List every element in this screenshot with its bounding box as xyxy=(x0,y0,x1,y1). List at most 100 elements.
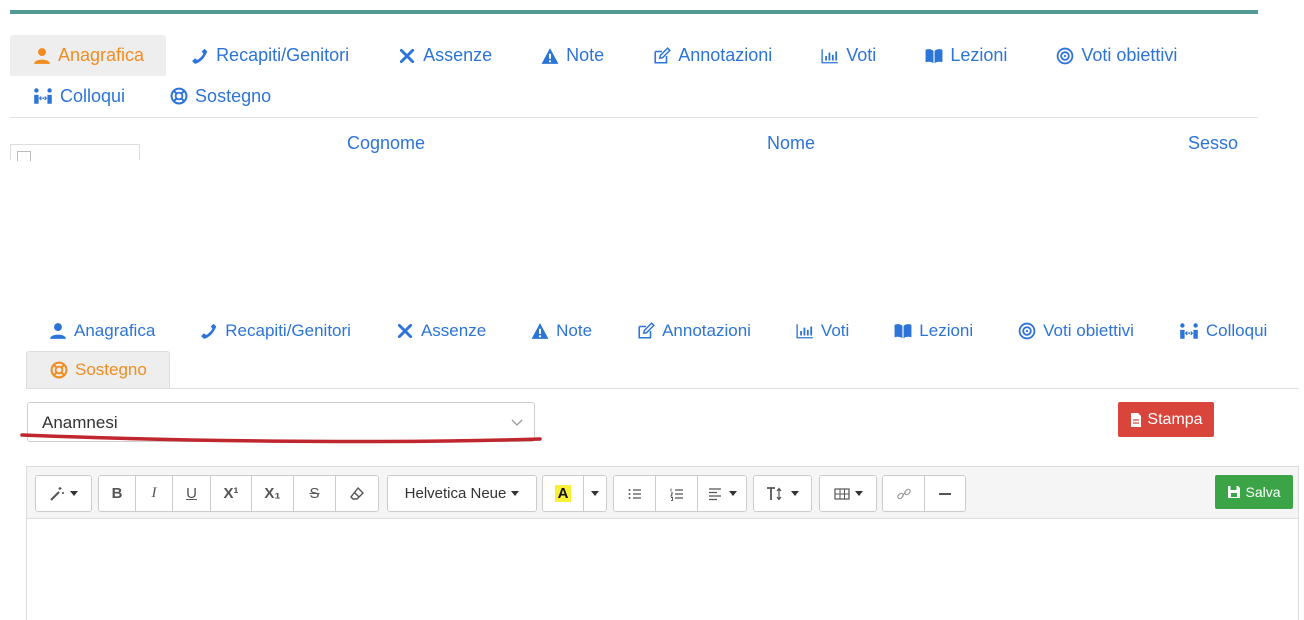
tab-sostegno[interactable]: Sostegno xyxy=(26,351,170,388)
tab-label: Assenze xyxy=(423,45,493,65)
book-icon xyxy=(924,46,944,66)
editor-content-area[interactable] xyxy=(27,519,1298,620)
subscript-button[interactable]: X₁ xyxy=(252,476,294,511)
magic-style-button[interactable] xyxy=(36,476,91,511)
minus-icon xyxy=(939,492,951,495)
format-group: B I U X¹ X₁ S xyxy=(98,475,379,512)
tab-label: Voti obiettivi xyxy=(1043,321,1134,340)
font-size-button[interactable] xyxy=(754,476,811,511)
tab-voti-obiettivi[interactable]: Voti obiettivi xyxy=(1031,35,1201,76)
edit-icon xyxy=(636,321,656,341)
tab-voti[interactable]: Voti xyxy=(773,311,871,351)
people-icon xyxy=(32,86,54,106)
tab-voti-obiettivi[interactable]: Voti obiettivi xyxy=(995,311,1156,351)
salva-button[interactable]: Salva xyxy=(1215,475,1293,509)
style-group xyxy=(35,475,92,512)
insert-group xyxy=(882,475,966,512)
tab-recapiti-genitori[interactable]: Recapiti/Genitori xyxy=(166,35,373,76)
tab-sostegno[interactable]: Sostegno xyxy=(147,76,293,116)
underline-button[interactable]: U xyxy=(173,476,211,511)
font-name-group: Helvetica Neue xyxy=(387,475,537,512)
lifebuoy-icon xyxy=(49,360,69,380)
color-group: A xyxy=(542,475,607,512)
target-icon xyxy=(1055,46,1075,66)
book-icon xyxy=(893,321,913,341)
tab-anagrafica[interactable]: Anagrafica xyxy=(10,35,167,76)
student-tabs-top: Anagrafica Recapiti/Genitori Assenze Note An… xyxy=(10,35,1258,116)
eraser-icon xyxy=(350,486,364,500)
tab-label: Sostegno xyxy=(75,360,147,379)
strikethrough-button[interactable]: S xyxy=(294,476,336,511)
italic-button[interactable]: I xyxy=(136,476,173,511)
divider xyxy=(26,388,1299,389)
warning-icon xyxy=(530,321,550,341)
user-icon xyxy=(32,46,52,66)
tab-assenze[interactable]: Assenze xyxy=(373,311,508,351)
tab-anagrafica[interactable]: Anagrafica xyxy=(26,311,177,351)
numbered-list-icon xyxy=(669,488,683,501)
tab-label: Colloqui xyxy=(60,85,126,106)
table-button[interactable] xyxy=(820,476,876,511)
red-annotation-underline xyxy=(20,433,542,444)
font-size-group xyxy=(753,475,812,512)
tab-recapiti-genitori[interactable]: Recapiti/Genitori xyxy=(177,311,373,351)
divider xyxy=(10,117,1258,118)
tab-label: Sostegno xyxy=(195,85,272,106)
tab-label: Annotazioni xyxy=(662,321,751,340)
superscript-button[interactable]: X¹ xyxy=(211,476,252,511)
text-color-button[interactable]: A xyxy=(543,476,584,511)
tab-label: Note xyxy=(556,321,593,340)
editor-toolbar: B I U X¹ X₁ S Helvetica Neue A Salva xyxy=(27,467,1298,519)
tab-note[interactable]: Note xyxy=(516,35,628,76)
tab-assenze[interactable]: Assenze xyxy=(373,35,516,76)
phone-icon xyxy=(199,321,219,341)
link-button[interactable] xyxy=(883,476,925,511)
column-nome: Nome xyxy=(767,133,816,153)
tab-voti[interactable]: Voti xyxy=(796,35,900,76)
paragraph-group xyxy=(613,475,747,512)
top-accent-bar xyxy=(10,10,1258,14)
font-family-button[interactable]: Helvetica Neue xyxy=(388,476,536,511)
tab-annotazioni[interactable]: Annotazioni xyxy=(628,35,796,76)
tab-label: Recapiti/Genitori xyxy=(216,45,350,65)
clear-format-button[interactable] xyxy=(336,476,378,511)
tab-lezioni[interactable]: Lezioni xyxy=(871,311,995,351)
tab-note[interactable]: Note xyxy=(508,311,614,351)
warning-icon xyxy=(540,46,560,66)
align-button[interactable] xyxy=(698,476,746,511)
tab-label: Anagrafica xyxy=(74,321,156,340)
horizontal-rule-button[interactable] xyxy=(925,476,965,511)
student-table-header: Cognome Nome Sesso xyxy=(0,133,1260,157)
tab-annotazioni[interactable]: Annotazioni xyxy=(614,311,773,351)
tab-label: Voti obiettivi xyxy=(1081,45,1178,65)
column-cognome: Cognome xyxy=(347,133,426,153)
align-left-icon xyxy=(708,487,721,500)
times-icon xyxy=(397,46,417,66)
edit-icon xyxy=(652,46,672,66)
user-icon xyxy=(48,321,68,341)
stampa-button[interactable]: Stampa xyxy=(1118,402,1214,437)
ordered-list-button[interactable] xyxy=(656,476,698,511)
stampa-label: Stampa xyxy=(1147,410,1203,428)
chevron-down-icon xyxy=(511,419,523,426)
column-sesso: Sesso xyxy=(1188,133,1239,153)
bar-chart-icon xyxy=(795,321,815,341)
bullet-list-icon xyxy=(628,488,641,499)
color-dropdown-button[interactable] xyxy=(584,476,606,511)
people-icon xyxy=(1178,321,1200,341)
tab-label: Note xyxy=(566,45,605,65)
tab-colloqui[interactable]: Colloqui xyxy=(10,76,147,116)
rich-text-editor: B I U X¹ X₁ S Helvetica Neue A Salva xyxy=(26,466,1299,620)
tab-label: Recapiti/Genitori xyxy=(225,321,351,340)
table-group xyxy=(819,475,877,512)
bold-button[interactable]: B xyxy=(99,476,136,511)
tab-lezioni[interactable]: Lezioni xyxy=(900,35,1031,76)
student-tabs-bottom: Anagrafica Recapiti/Genitori Assenze Note An… xyxy=(26,311,1299,388)
tab-colloqui[interactable]: Colloqui xyxy=(1156,311,1289,351)
tab-label: Lezioni xyxy=(919,321,974,340)
magic-wand-icon xyxy=(50,486,64,501)
font-family-label: Helvetica Neue xyxy=(404,485,507,502)
unordered-list-button[interactable] xyxy=(614,476,656,511)
bar-chart-icon xyxy=(820,46,840,66)
link-icon xyxy=(896,488,911,499)
